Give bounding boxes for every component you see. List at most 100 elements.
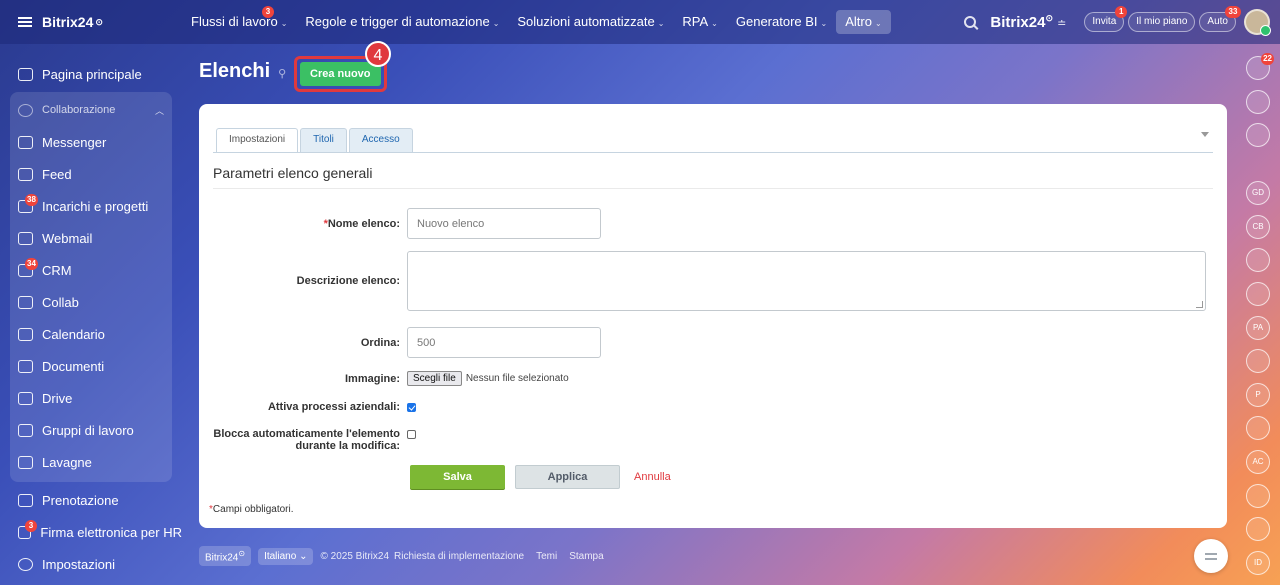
clock-icon: ⊙: [95, 16, 103, 27]
chevron-down-icon: ⌄: [657, 19, 665, 28]
tab-accesso[interactable]: Accesso: [348, 128, 413, 152]
chevron-down-icon: ⌄: [711, 19, 718, 28]
sidebar-group-header[interactable]: Collaborazione ︿: [10, 94, 172, 126]
home-icon: [18, 67, 33, 81]
collab-icon: [18, 295, 33, 309]
sidebar-item-label: Collab: [42, 294, 79, 310]
sidebar-badge: 34: [25, 258, 38, 270]
top-bar: Bitrix24 ⊙ Flussi di lavoro ⌄ 3 Regole e tri…: [0, 0, 1280, 44]
sidebar-item-drive[interactable]: Drive: [10, 382, 172, 414]
cancel-link[interactable]: Annulla: [634, 471, 671, 483]
chat-ac-icon[interactable]: AC: [1246, 449, 1270, 474]
my-plan-button[interactable]: Il mio piano: [1128, 12, 1196, 32]
chat-id-icon[interactable]: ID: [1246, 550, 1270, 575]
sidebar-item-workgroups[interactable]: Gruppi di lavoro: [10, 414, 172, 446]
topnav-item[interactable]: RPA ⌄: [673, 10, 726, 34]
chat-group-1-icon[interactable]: [1246, 248, 1270, 273]
save-button[interactable]: Salva: [410, 465, 505, 489]
choose-file-button[interactable]: Scegli file: [407, 371, 462, 386]
sidebar-item-messenger[interactable]: Messenger: [10, 126, 172, 158]
topnav-item[interactable]: Regole e trigger di automazione ⌄: [296, 10, 508, 34]
chat-menu-button[interactable]: [1194, 539, 1228, 573]
documents-icon: [18, 359, 33, 373]
page-title: Elenchi: [199, 60, 271, 82]
footer-brand-button[interactable]: Bitrix24⊙: [199, 546, 252, 567]
sidebar-item-crm[interactable]: CRM 34: [10, 254, 172, 286]
pin-icon[interactable]: ⚲: [278, 67, 286, 80]
sidebar-item-booking[interactable]: Prenotazione: [0, 484, 182, 516]
invite-button[interactable]: Invita 1: [1084, 6, 1128, 32]
sidebar-item-documents[interactable]: Documenti: [10, 350, 172, 382]
footer: Bitrix24⊙ Italiano ⌄ © 2025 Bitrix24 Ric…: [199, 546, 604, 567]
gear-icon: [18, 557, 33, 571]
footer-link[interactable]: Temi: [536, 551, 557, 562]
list-name-input[interactable]: [407, 208, 601, 239]
settings-icon[interactable]: ≐: [1057, 18, 1066, 30]
chat-group-2-icon[interactable]: [1246, 281, 1270, 306]
sidebar-item-hr-sign[interactable]: Firma elettronica per HR 3: [0, 516, 182, 548]
sidebar-item-calendar[interactable]: Calendario: [10, 318, 172, 350]
calendar-icon: [18, 327, 33, 341]
tab-titoli[interactable]: Titoli: [300, 128, 347, 152]
chevron-up-icon[interactable]: ︿: [155, 104, 164, 117]
chat-cb-icon[interactable]: CB: [1246, 214, 1270, 239]
sidebar-item-boards[interactable]: Lavagne: [10, 446, 172, 478]
chat-gd-icon[interactable]: GD: [1246, 181, 1270, 206]
copilot-icon[interactable]: [1246, 89, 1270, 114]
footer-link[interactable]: Richiesta di implementazione: [394, 551, 524, 562]
tab-impostazioni[interactable]: Impostazioni: [216, 128, 299, 152]
notifications-icon[interactable]: 22: [1246, 53, 1274, 80]
topnav-item[interactable]: Generatore BI ⌄: [727, 10, 836, 34]
feed-icon: [18, 167, 33, 181]
sidebar: Pagina principale Collaborazione ︿ Messe…: [0, 44, 182, 585]
sidebar-item-label: Messenger: [42, 134, 107, 150]
section-title: Parametri elenco generali: [213, 165, 373, 181]
chat-tasks-icon[interactable]: [1246, 416, 1270, 441]
topnav-item[interactable]: Flussi di lavoro ⌄ 3: [182, 6, 296, 34]
sidebar-item-settings[interactable]: Impostazioni: [0, 548, 115, 580]
chevron-down-icon[interactable]: [1201, 132, 1209, 137]
sidebar-item-label: Impostazioni: [42, 556, 115, 572]
section-divider: [213, 188, 1213, 189]
topnav-item[interactable]: Soluzioni automatizzate ⌄: [508, 10, 673, 34]
chevron-down-icon: ⌄: [820, 19, 828, 28]
chevron-down-icon: ⌄: [492, 19, 500, 28]
form-panel: Impostazioni Titoli Accesso Parametri elen…: [199, 104, 1227, 528]
search-chats-icon[interactable]: [1246, 123, 1270, 148]
brand[interactable]: Bitrix24 ⊙: [0, 0, 182, 44]
sidebar-badge: 38: [25, 194, 38, 206]
notification-badge: 22: [1261, 53, 1274, 65]
topnav-item[interactable]: Altro ⌄: [836, 10, 891, 34]
create-new-button[interactable]: Crea nuovo: [300, 62, 381, 86]
invite-badge: 1: [1115, 6, 1128, 18]
apply-button[interactable]: Applica: [515, 465, 620, 489]
auto-button[interactable]: Auto 33: [1199, 6, 1241, 32]
sidebar-item-feed[interactable]: Feed: [10, 158, 172, 190]
chat-pa-icon[interactable]: PA: [1246, 315, 1270, 340]
sidebar-item-tasks[interactable]: Incarichi e progetti 38: [10, 190, 172, 222]
chat-copilot-icon[interactable]: [1246, 349, 1270, 374]
chat-p-icon[interactable]: P: [1246, 382, 1270, 407]
sidebar-item-label: Webmail: [42, 230, 93, 246]
description-textarea[interactable]: [407, 251, 1206, 311]
sidebar-item-label: Gruppi di lavoro: [42, 422, 134, 438]
footer-link[interactable]: Stampa: [569, 551, 603, 562]
language-select[interactable]: Italiano ⌄: [258, 547, 314, 565]
sidebar-item-collab[interactable]: Collab: [10, 286, 172, 318]
sidebar-item-label: Pagina principale: [42, 66, 142, 82]
sidebar-group-collaboration: Collaborazione ︿ Messenger Feed Incarichi …: [10, 92, 172, 482]
sidebar-item-webmail[interactable]: Webmail: [10, 222, 172, 254]
video-1-icon[interactable]: [1246, 483, 1270, 508]
avatar[interactable]: [1244, 9, 1271, 36]
sidebar-item-label: Incarichi e progetti: [42, 198, 149, 214]
video-2-icon[interactable]: [1246, 517, 1270, 542]
menu-icon[interactable]: [18, 17, 32, 27]
order-label: Ordina:: [360, 336, 400, 349]
sidebar-item-label: Firma elettronica per HR: [40, 524, 182, 540]
status-icon: [1260, 25, 1271, 36]
sidebar-item-home[interactable]: Pagina principale: [0, 58, 182, 90]
auto-lock-checkbox[interactable]: [407, 429, 416, 439]
search-icon[interactable]: [964, 16, 977, 28]
business-process-checkbox[interactable]: [407, 402, 416, 412]
order-input[interactable]: [407, 327, 601, 358]
